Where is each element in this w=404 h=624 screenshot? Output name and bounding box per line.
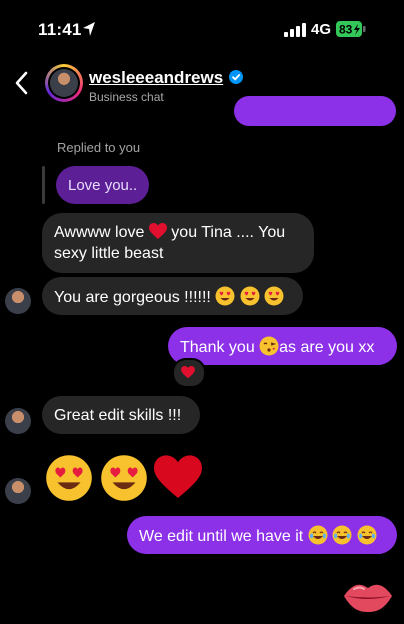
replied-label: Replied to you <box>57 140 141 155</box>
message-bubble-incoming[interactable]: Great edit skills !!! <box>42 396 200 434</box>
battery-level: 83 <box>339 23 353 37</box>
status-time: 11:41 <box>38 20 82 39</box>
message-text: Thank you <box>180 339 260 356</box>
location-arrow-icon <box>83 22 95 36</box>
face-blowing-kiss-emoji <box>259 336 279 356</box>
lips-icon[interactable] <box>342 580 394 614</box>
message-text: as are you xx <box>279 339 375 356</box>
message-text: You are gorgeous !!!!!! <box>54 289 216 306</box>
verified-badge-icon <box>229 70 243 84</box>
message-text: Awwww love <box>54 224 149 241</box>
chat-subtitle: Business chat <box>89 90 164 104</box>
sender-avatar[interactable] <box>5 408 31 434</box>
reply-indicator <box>42 166 45 204</box>
message-bubble-incoming[interactable]: You are gorgeous !!!!!! <box>42 277 303 315</box>
message-bubble-outgoing[interactable]: We edit until we have it <box>127 516 397 554</box>
chat-username[interactable]: wesleeeandrews <box>89 68 223 88</box>
chevron-left-icon[interactable] <box>14 70 30 96</box>
heart-eyes-emoji[interactable] <box>45 454 93 502</box>
message-text: We edit until we have it <box>139 528 308 545</box>
avatar-photo <box>50 69 78 97</box>
red-heart-icon <box>181 366 195 379</box>
heart-eyes-emoji <box>215 286 235 306</box>
reply-quote-bubble[interactable]: Love you.. <box>56 166 150 204</box>
battery-icon: 83 <box>336 21 366 37</box>
heart-eyes-emoji <box>264 286 284 306</box>
heart-eyes-emoji <box>240 286 260 306</box>
heart-eyes-emoji[interactable] <box>100 454 148 502</box>
sender-avatar[interactable] <box>5 478 31 504</box>
message-text: Great edit skills !!! <box>54 407 182 424</box>
message-reaction[interactable] <box>172 358 206 388</box>
tears-of-joy-emoji <box>332 525 352 545</box>
signal-icon <box>284 23 306 37</box>
red-heart-icon <box>148 223 167 239</box>
message-bubble-incoming[interactable]: Awwww love you Tina .... You sexy little… <box>42 213 314 273</box>
tears-of-joy-emoji <box>308 525 328 545</box>
clipped-outgoing-bubble[interactable] <box>234 96 396 126</box>
sender-avatar[interactable] <box>5 288 31 314</box>
tears-of-joy-emoji <box>357 525 377 545</box>
network-type: 4G <box>311 21 332 38</box>
reply-quote-text: Love you.. <box>68 177 138 194</box>
message-bubble-outgoing[interactable]: Thank you as are you xx <box>168 327 397 365</box>
red-heart-icon[interactable] <box>154 454 202 502</box>
